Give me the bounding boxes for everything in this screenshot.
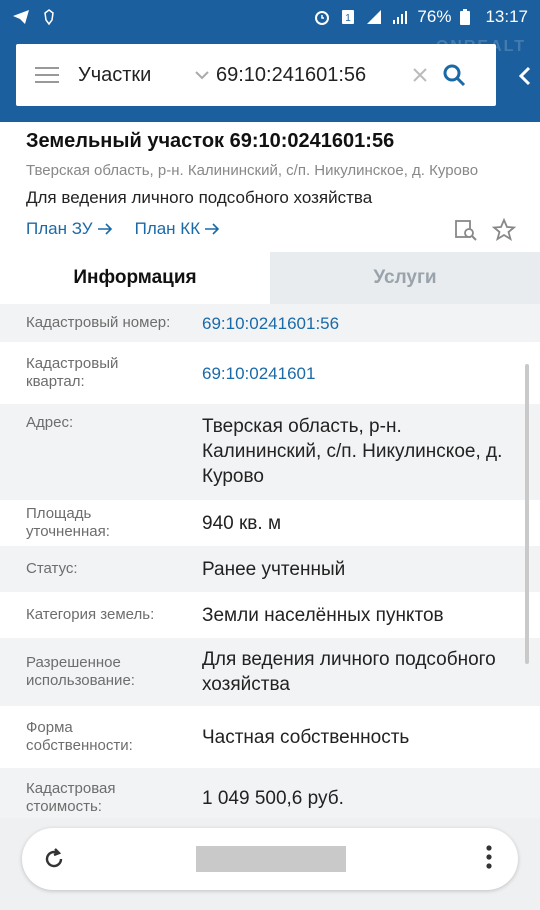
parcel-use: Для ведения личного подсобного хозяйства <box>26 188 373 207</box>
reload-icon[interactable] <box>22 847 86 871</box>
row-value: Тверская область, р-н. Калининский, с/п.… <box>202 416 503 487</box>
battery-level: 76% <box>417 7 452 26</box>
arrow-right-icon <box>205 223 220 235</box>
row-key: Форма собственности: <box>26 719 133 754</box>
star-icon[interactable] <box>491 217 517 247</box>
tab-info[interactable]: Информация <box>0 252 270 304</box>
emblem-icon <box>40 8 58 26</box>
parcel-address: Тверская область, р-н. Калининский, с/п.… <box>26 162 479 179</box>
more-options-icon[interactable] <box>486 844 492 874</box>
status-bar: 1 76% 13:17 <box>0 0 540 34</box>
search-input[interactable] <box>216 63 406 87</box>
browser-toolbar <box>0 818 540 910</box>
row-value: Для ведения личного подсобного хозяйства <box>202 649 496 695</box>
table-row: Категория земель: Земли населённых пункт… <box>0 592 540 638</box>
table-row: Площадь уточненная: 940 кв. м <box>0 500 540 546</box>
table-row: Кадастровый номер: 69:10:0241601:56 <box>0 304 540 342</box>
address-bar[interactable] <box>22 828 518 890</box>
alarm-icon <box>313 8 331 26</box>
app-header: ONREALT Участки <box>0 34 540 122</box>
card-actions <box>454 217 517 247</box>
chevron-left-icon[interactable] <box>518 66 532 91</box>
plan-zu-label: План ЗУ <box>26 219 93 238</box>
row-value[interactable]: 69:10:0241601 <box>176 361 516 386</box>
svg-text:1: 1 <box>346 13 352 24</box>
row-key: Адрес: <box>26 414 74 431</box>
table-row: Статус: Ранее учтенный <box>0 546 540 592</box>
clear-icon[interactable] <box>406 67 434 83</box>
row-key: Разрешенное использование: <box>26 654 135 689</box>
plan-kk-label: План КК <box>134 219 201 238</box>
chevron-down-icon[interactable] <box>188 70 216 80</box>
arrow-right-icon <box>97 223 112 235</box>
parcel-title: Земельный участок 69:10:0241601:56 <box>26 130 395 152</box>
row-key: Категория земель: <box>26 606 155 623</box>
table-row: Разрешенное использование: Для ведения л… <box>0 638 540 706</box>
plan-links: План ЗУ План КК <box>26 219 220 239</box>
table-row: Адрес: Тверская область, р-н. Калинински… <box>0 404 540 500</box>
telegram-icon <box>12 8 30 26</box>
signal-icon <box>365 8 383 26</box>
url-redacted <box>196 846 346 872</box>
plan-kk-link[interactable]: План КК <box>135 219 221 239</box>
row-key: Статус: <box>26 560 78 577</box>
row-key: Кадастровый квартал: <box>26 355 119 390</box>
menu-icon[interactable] <box>16 66 78 84</box>
row-key: Кадастровая стоимость: <box>26 780 116 815</box>
search-type-select[interactable]: Участки <box>78 64 188 87</box>
battery-icon <box>459 8 477 26</box>
sim-icon: 1 <box>339 8 357 26</box>
search-icon[interactable] <box>434 63 474 87</box>
row-value: Ранее учтенный <box>202 558 346 580</box>
search-bar: Участки <box>16 44 496 106</box>
scrollbar[interactable] <box>525 364 529 664</box>
tab-bar: Информация Услуги <box>0 252 540 304</box>
plan-zu-link[interactable]: План ЗУ <box>26 219 113 239</box>
clock: 13:17 <box>485 7 528 26</box>
table-row: Форма собственности: Частная собственнос… <box>0 706 540 768</box>
row-value: 940 кв. м <box>202 512 282 534</box>
row-value: 1 049 500,6 руб. <box>202 787 344 809</box>
network-icon <box>391 8 409 26</box>
tab-services[interactable]: Услуги <box>270 252 540 304</box>
row-value: Частная собственность <box>202 726 410 748</box>
map-search-icon[interactable] <box>454 218 478 247</box>
table-row: Кадастровый квартал: 69:10:0241601 <box>0 342 540 404</box>
row-value: Земли населённых пунктов <box>202 604 444 626</box>
row-value[interactable]: 69:10:0241601:56 <box>176 311 516 336</box>
row-key: Площадь уточненная: <box>26 505 110 540</box>
row-key: Кадастровый номер: <box>26 314 171 331</box>
